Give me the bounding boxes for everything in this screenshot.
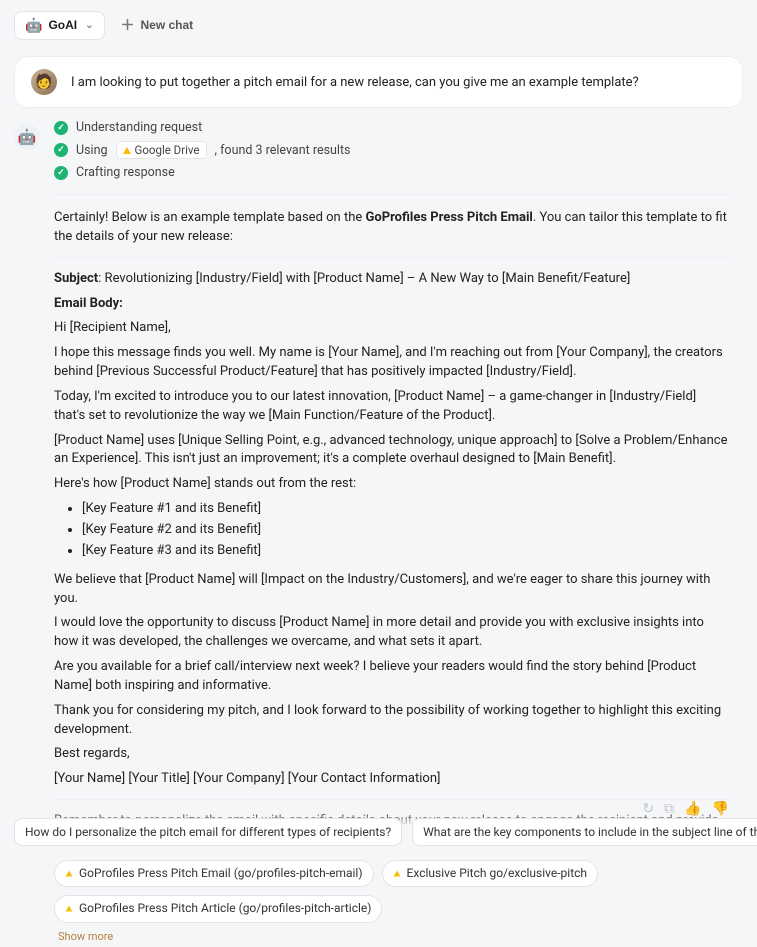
feature-item: [Key Feature #3 and its Benefit] [82, 542, 729, 561]
user-message: 🧑 I am looking to put together a pitch e… [14, 56, 743, 108]
model-selector[interactable]: 🤖 GoAI ⌄ [14, 11, 105, 40]
feature-item: [Key Feature #1 and its Benefit] [82, 500, 729, 519]
plus-icon: ＋ [121, 15, 135, 35]
divider [54, 194, 729, 195]
body-p5: We believe that [Product Name] will [Imp… [54, 571, 729, 609]
google-drive-icon [66, 906, 73, 912]
body-p6: I would love the opportunity to discuss … [54, 614, 729, 652]
drive-chip-label: Google Drive [135, 143, 200, 157]
body-p7: Are you available for a brief call/inter… [54, 658, 729, 696]
intro-paragraph: Certainly! Below is an example template … [54, 209, 729, 247]
robot-icon: 🤖 [25, 17, 42, 34]
step-label-post: , found 3 relevant results [215, 143, 351, 158]
feature-item: [Key Feature #2 and its Benefit] [82, 521, 729, 540]
step-label: Understanding request [76, 120, 202, 135]
body-p1: I hope this message finds you well. My n… [54, 344, 729, 382]
suggestion-chip[interactable]: What are the key components to include i… [412, 818, 757, 846]
new-chat-button[interactable]: ＋ New chat [113, 10, 202, 40]
source-label: GoProfiles Press Pitch Article (go/profi… [79, 900, 371, 917]
body-p3: [Product Name] uses [Unique Selling Poin… [54, 432, 729, 470]
signature: [Your Name] [Your Title] [Your Company] … [54, 770, 729, 789]
body-label: Email Body: [54, 295, 729, 314]
divider [54, 799, 729, 800]
google-drive-icon [123, 147, 131, 154]
body-p8: Thank you for considering my pitch, and … [54, 702, 729, 740]
source-label: Exclusive Pitch go/exclusive-pitch [407, 865, 588, 882]
suggestion-bar: How do I personalize the pitch email for… [0, 811, 757, 853]
step-understanding: ✓ Understanding request [54, 120, 743, 135]
source-chips: GoProfiles Press Pitch Email (go/profile… [54, 860, 729, 923]
greeting: Hi [Recipient Name], [54, 319, 729, 338]
source-chip[interactable]: Exclusive Pitch go/exclusive-pitch [382, 860, 599, 887]
source-chip[interactable]: GoProfiles Press Pitch Article (go/profi… [54, 895, 382, 922]
suggestion-chip[interactable]: How do I personalize the pitch email for… [14, 818, 402, 846]
google-drive-chip[interactable]: Google Drive [116, 141, 207, 159]
step-using-source: ✓ Using Google Drive , found 3 relevant … [54, 141, 743, 159]
show-more-link[interactable]: Show more [58, 929, 729, 945]
check-icon: ✓ [54, 143, 68, 157]
check-icon: ✓ [54, 166, 68, 180]
divider [54, 257, 729, 258]
signoff: Best regards, [54, 745, 729, 764]
chevron-down-icon: ⌄ [85, 20, 93, 31]
progress-steps: ✓ Understanding request ✓ Using Google D… [54, 120, 743, 180]
user-message-text: I am looking to put together a pitch ema… [71, 75, 639, 90]
step-crafting: ✓ Crafting response [54, 165, 743, 180]
step-label: Crafting response [76, 165, 175, 180]
source-label: GoProfiles Press Pitch Email (go/profile… [79, 865, 363, 882]
ai-avatar: 🤖 [14, 124, 40, 150]
source-chip[interactable]: GoProfiles Press Pitch Email (go/profile… [54, 860, 374, 887]
body-p4: Here's how [Product Name] stands out fro… [54, 475, 729, 494]
body-p2: Today, I'm excited to introduce you to o… [54, 388, 729, 426]
step-label-pre: Using [76, 143, 108, 158]
check-icon: ✓ [54, 121, 68, 135]
subject-line: Subject: Revolutionizing [Industry/Field… [54, 270, 729, 289]
google-drive-icon [66, 870, 73, 876]
google-drive-icon [393, 870, 400, 876]
model-label: GoAI [48, 18, 77, 32]
user-avatar: 🧑 [31, 69, 57, 95]
new-chat-label: New chat [141, 18, 194, 32]
feature-list: [Key Feature #1 and its Benefit] [Key Fe… [82, 500, 729, 561]
